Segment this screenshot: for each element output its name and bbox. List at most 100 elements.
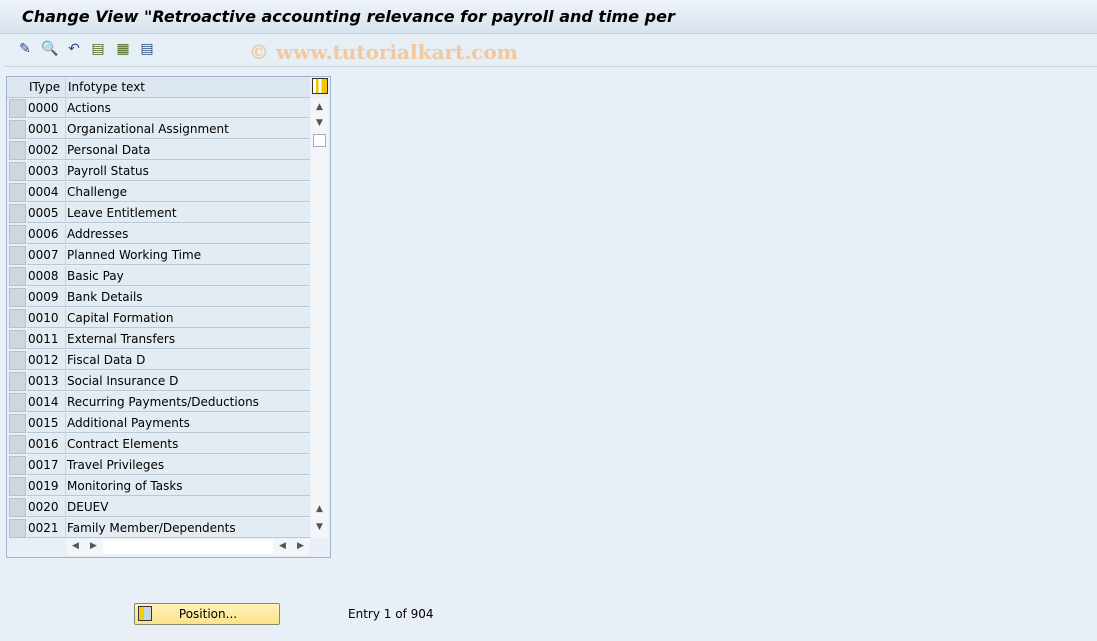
table-row[interactable]: 0005 Leave Entitlement (7, 203, 310, 224)
row-selector[interactable] (9, 351, 26, 370)
row-selector[interactable] (9, 309, 26, 328)
row-selector[interactable] (9, 456, 26, 475)
table-row[interactable]: 0006 Addresses (7, 224, 310, 245)
table-row[interactable]: 0001 Organizational Assignment (7, 119, 310, 140)
row-selector[interactable] (9, 498, 26, 517)
row-selector[interactable] (9, 246, 26, 265)
row-selector[interactable] (9, 477, 26, 496)
table-row[interactable]: 0004 Challenge (7, 182, 310, 203)
table-row[interactable]: 0020 DEUEV (7, 497, 310, 518)
itype-cell: 0012 (27, 350, 66, 370)
scroll-left-icon[interactable]: ◀ (68, 539, 83, 554)
itype-cell: 0010 (27, 308, 66, 328)
row-selector[interactable] (9, 141, 26, 160)
table-row[interactable]: 0000 Actions (7, 98, 310, 119)
column-header-itype[interactable]: IType (27, 77, 66, 98)
infotype-text-cell: External Transfers (66, 329, 310, 349)
table-row[interactable]: 0016 Contract Elements (7, 434, 310, 455)
title-bar: Change View "Retroactive accounting rele… (0, 0, 1097, 34)
vertical-scrollbar[interactable]: ▲ ▼ ▲ ▼ (311, 98, 328, 538)
itype-cell: 0021 (27, 518, 66, 538)
row-selector[interactable] (9, 288, 26, 307)
itype-cell: 0013 (27, 371, 66, 391)
select-block-icon[interactable]: ▦ (114, 40, 132, 58)
horizontal-scrollbar[interactable]: ◀ ▶ ◀ ▶ (66, 539, 310, 555)
table-row[interactable]: 0021 Family Member/Dependents (7, 518, 310, 539)
table-row[interactable]: 0014 Recurring Payments/Deductions (7, 392, 310, 413)
page-title: Change View "Retroactive accounting rele… (22, 7, 675, 26)
scroll-page-up-icon[interactable]: ▲ (312, 502, 327, 517)
table-row[interactable]: 0015 Additional Payments (7, 413, 310, 434)
table-row[interactable]: 0010 Capital Formation (7, 308, 310, 329)
row-selector[interactable] (9, 120, 26, 139)
row-selector[interactable] (9, 183, 26, 202)
table-row[interactable]: 0007 Planned Working Time (7, 245, 310, 266)
select-all-header[interactable] (7, 77, 27, 98)
table-row[interactable]: 0012 Fiscal Data D (7, 350, 310, 371)
infotype-text-cell: Bank Details (66, 287, 310, 307)
row-selector[interactable] (9, 330, 26, 349)
infotype-text-cell: Capital Formation (66, 308, 310, 328)
row-selector[interactable] (9, 393, 26, 412)
row-selector[interactable] (9, 372, 26, 391)
row-selector[interactable] (9, 225, 26, 244)
itype-cell: 0016 (27, 434, 66, 454)
infotype-text-cell: Basic Pay (66, 266, 310, 286)
deselect-all-icon[interactable]: ▤ (138, 40, 156, 58)
position-button[interactable]: Position... (134, 603, 280, 625)
row-selector[interactable] (9, 267, 26, 286)
infotype-text-cell: Travel Privileges (66, 455, 310, 475)
scroll-down-icon[interactable]: ▼ (312, 116, 327, 131)
infotype-text-cell: DEUEV (66, 497, 310, 517)
toolbar: ✎ 🔍 ↶ ▤ ▦ ▤ © www.tutorialkart.com (4, 34, 1097, 67)
table-row[interactable]: 0002 Personal Data (7, 140, 310, 161)
details-icon[interactable]: 🔍 (41, 40, 59, 58)
row-selector[interactable] (9, 162, 26, 181)
infotype-text-cell: Social Insurance D (66, 371, 310, 391)
infotype-table: IType Infotype text 0000 Actions 0001 Organ… (6, 76, 331, 558)
horizontal-scroll-track[interactable] (103, 540, 273, 554)
table-row[interactable]: 0003 Payroll Status (7, 161, 310, 182)
itype-cell: 0003 (27, 161, 66, 181)
itype-cell: 0001 (27, 119, 66, 139)
row-selector[interactable] (9, 435, 26, 454)
watermark: © www.tutorialkart.com (249, 40, 518, 64)
table-row[interactable]: 0009 Bank Details (7, 287, 310, 308)
scroll-right-icon[interactable]: ▶ (86, 539, 101, 554)
row-selector[interactable] (9, 204, 26, 223)
scroll-page-down-icon[interactable]: ▼ (312, 520, 327, 535)
undo-icon[interactable]: ↶ (65, 40, 83, 58)
column-header-infotype-text[interactable]: Infotype text (66, 77, 310, 98)
display-change-icon[interactable]: ✎ (16, 40, 34, 58)
column-settings-icon[interactable] (312, 78, 328, 94)
infotype-text-cell: Family Member/Dependents (66, 518, 310, 538)
itype-cell: 0008 (27, 266, 66, 286)
scroll-right-icon-2[interactable]: ▶ (293, 539, 308, 554)
scroll-thumb[interactable] (313, 134, 326, 147)
scroll-up-icon[interactable]: ▲ (312, 100, 327, 115)
itype-cell: 0000 (27, 98, 66, 118)
itype-cell: 0011 (27, 329, 66, 349)
infotype-text-cell: Monitoring of Tasks (66, 476, 310, 496)
infotype-text-cell: Contract Elements (66, 434, 310, 454)
infotype-text-cell: Fiscal Data D (66, 350, 310, 370)
itype-cell: 0007 (27, 245, 66, 265)
itype-cell: 0017 (27, 455, 66, 475)
select-all-icon[interactable]: ▤ (89, 40, 107, 58)
table-row[interactable]: 0008 Basic Pay (7, 266, 310, 287)
scroll-left-icon-2[interactable]: ◀ (275, 539, 290, 554)
itype-cell: 0009 (27, 287, 66, 307)
infotype-text-cell: Addresses (66, 224, 310, 244)
position-button-label: Position... (178, 607, 238, 621)
itype-cell: 0020 (27, 497, 66, 517)
infotype-text-cell: Personal Data (66, 140, 310, 160)
row-selector[interactable] (9, 519, 26, 538)
row-selector[interactable] (9, 414, 26, 433)
table-row[interactable]: 0011 External Transfers (7, 329, 310, 350)
table-row[interactable]: 0013 Social Insurance D (7, 371, 310, 392)
table-row[interactable]: 0019 Monitoring of Tasks (7, 476, 310, 497)
row-selector[interactable] (9, 99, 26, 118)
table-row[interactable]: 0017 Travel Privileges (7, 455, 310, 476)
itype-cell: 0015 (27, 413, 66, 433)
itype-cell: 0019 (27, 476, 66, 496)
